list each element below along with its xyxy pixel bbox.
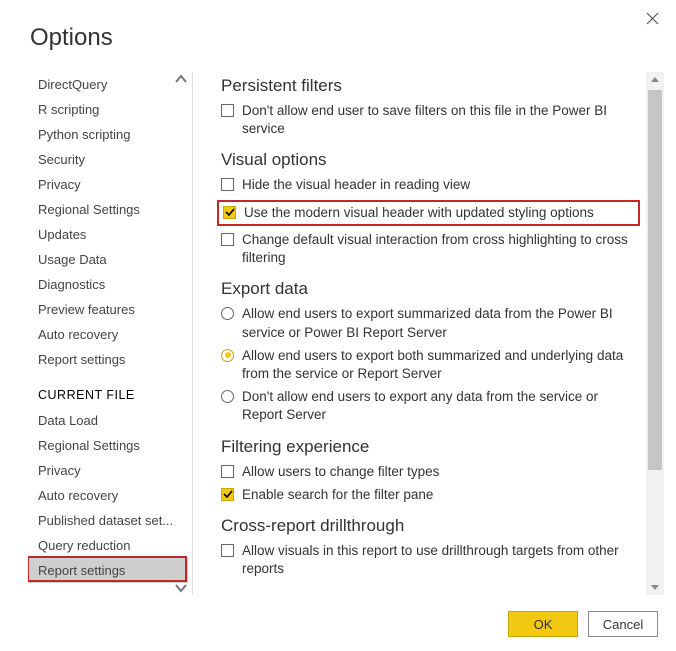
opt-cross-drillthrough[interactable]: Allow visuals in this report to use dril… [221, 542, 640, 578]
dialog-footer: OK Cancel [508, 611, 658, 637]
checkbox-icon[interactable] [221, 465, 234, 478]
opt-hide-header[interactable]: Hide the visual header in reading view [221, 176, 640, 194]
nav-auto-recovery[interactable]: Auto recovery [28, 322, 188, 347]
opt-cross-filtering[interactable]: Change default visual interaction from c… [221, 231, 640, 267]
opt-change-filter-types[interactable]: Allow users to change filter types [221, 463, 640, 481]
ok-button[interactable]: OK [508, 611, 578, 637]
opt-label: Change default visual interaction from c… [242, 231, 640, 267]
nav-header-current-file: CURRENT FILE [28, 372, 188, 408]
content-scrollbar[interactable] [646, 72, 664, 595]
vertical-divider [192, 72, 193, 595]
sidebar-list: DirectQuery R scripting Python scripting… [28, 72, 188, 583]
nav-cf-query-reduction[interactable]: Query reduction [28, 533, 188, 558]
opt-label: Allow users to change filter types [242, 463, 439, 481]
opt-persistent-disallow[interactable]: Don't allow end user to save filters on … [221, 102, 640, 138]
nav-python-scripting[interactable]: Python scripting [28, 122, 188, 147]
chevron-up-icon[interactable] [174, 72, 188, 86]
content-inner: Persistent filters Don't allow end user … [197, 72, 640, 579]
nav-cf-report-settings[interactable]: Report settings [28, 558, 188, 583]
checkbox-icon[interactable] [221, 104, 234, 117]
checkbox-checked-icon[interactable] [221, 488, 234, 501]
opt-label: Don't allow end users to export any data… [242, 388, 640, 424]
sidebar-scrollbar[interactable] [174, 72, 188, 595]
radio-checked-icon[interactable] [221, 349, 234, 362]
chevron-down-icon[interactable] [174, 581, 188, 595]
opt-modern-header[interactable]: Use the modern visual header with update… [217, 200, 640, 226]
opt-enable-search[interactable]: Enable search for the filter pane [221, 486, 640, 504]
nav-diagnostics[interactable]: Diagnostics [28, 272, 188, 297]
options-dialog: Options DirectQuery R scripting Python s… [0, 0, 676, 651]
close-button[interactable] [646, 12, 662, 28]
scroll-thumb[interactable] [648, 90, 662, 470]
dialog-body: DirectQuery R scripting Python scripting… [28, 72, 664, 595]
nav-regional-settings[interactable]: Regional Settings [28, 197, 188, 222]
cancel-button[interactable]: Cancel [588, 611, 658, 637]
opt-label: Allow visuals in this report to use dril… [242, 542, 640, 578]
section-filtering-exp: Filtering experience [221, 437, 640, 457]
opt-label: Use the modern visual header with update… [244, 204, 594, 222]
dialog-title: Options [0, 0, 676, 52]
nav-cf-auto-recovery[interactable]: Auto recovery [28, 483, 188, 508]
nav-cf-privacy[interactable]: Privacy [28, 458, 188, 483]
section-export-data: Export data [221, 279, 640, 299]
checkbox-icon[interactable] [221, 178, 234, 191]
nav-cf-regional[interactable]: Regional Settings [28, 433, 188, 458]
section-cross-report: Cross-report drillthrough [221, 516, 640, 536]
section-visual-options: Visual options [221, 150, 640, 170]
opt-export-both[interactable]: Allow end users to export both summarize… [221, 347, 640, 383]
opt-label: Allow end users to export both summarize… [242, 347, 640, 383]
radio-icon[interactable] [221, 390, 234, 403]
nav-cf-data-load[interactable]: Data Load [28, 408, 188, 433]
checkbox-icon[interactable] [221, 544, 234, 557]
nav-privacy[interactable]: Privacy [28, 172, 188, 197]
nav-directquery[interactable]: DirectQuery [28, 72, 188, 97]
nav-updates[interactable]: Updates [28, 222, 188, 247]
checkbox-icon[interactable] [221, 233, 234, 246]
content-panel: Persistent filters Don't allow end user … [197, 72, 664, 595]
nav-cf-published-dataset[interactable]: Published dataset set... [28, 508, 188, 533]
checkbox-checked-icon[interactable] [223, 206, 236, 219]
opt-label: Allow end users to export summarized dat… [242, 305, 640, 341]
nav-report-settings-global[interactable]: Report settings [28, 347, 188, 372]
opt-label: Hide the visual header in reading view [242, 176, 470, 194]
nav-security[interactable]: Security [28, 147, 188, 172]
opt-export-none[interactable]: Don't allow end users to export any data… [221, 388, 640, 424]
opt-label: Don't allow end user to save filters on … [242, 102, 640, 138]
scroll-up-icon[interactable] [646, 72, 664, 88]
radio-icon[interactable] [221, 307, 234, 320]
nav-usage-data[interactable]: Usage Data [28, 247, 188, 272]
opt-export-summarized[interactable]: Allow end users to export summarized dat… [221, 305, 640, 341]
nav-preview-features[interactable]: Preview features [28, 297, 188, 322]
opt-label: Enable search for the filter pane [242, 486, 433, 504]
sidebar: DirectQuery R scripting Python scripting… [28, 72, 188, 595]
scroll-down-icon[interactable] [646, 579, 664, 595]
section-persistent-filters: Persistent filters [221, 76, 640, 96]
nav-r-scripting[interactable]: R scripting [28, 97, 188, 122]
